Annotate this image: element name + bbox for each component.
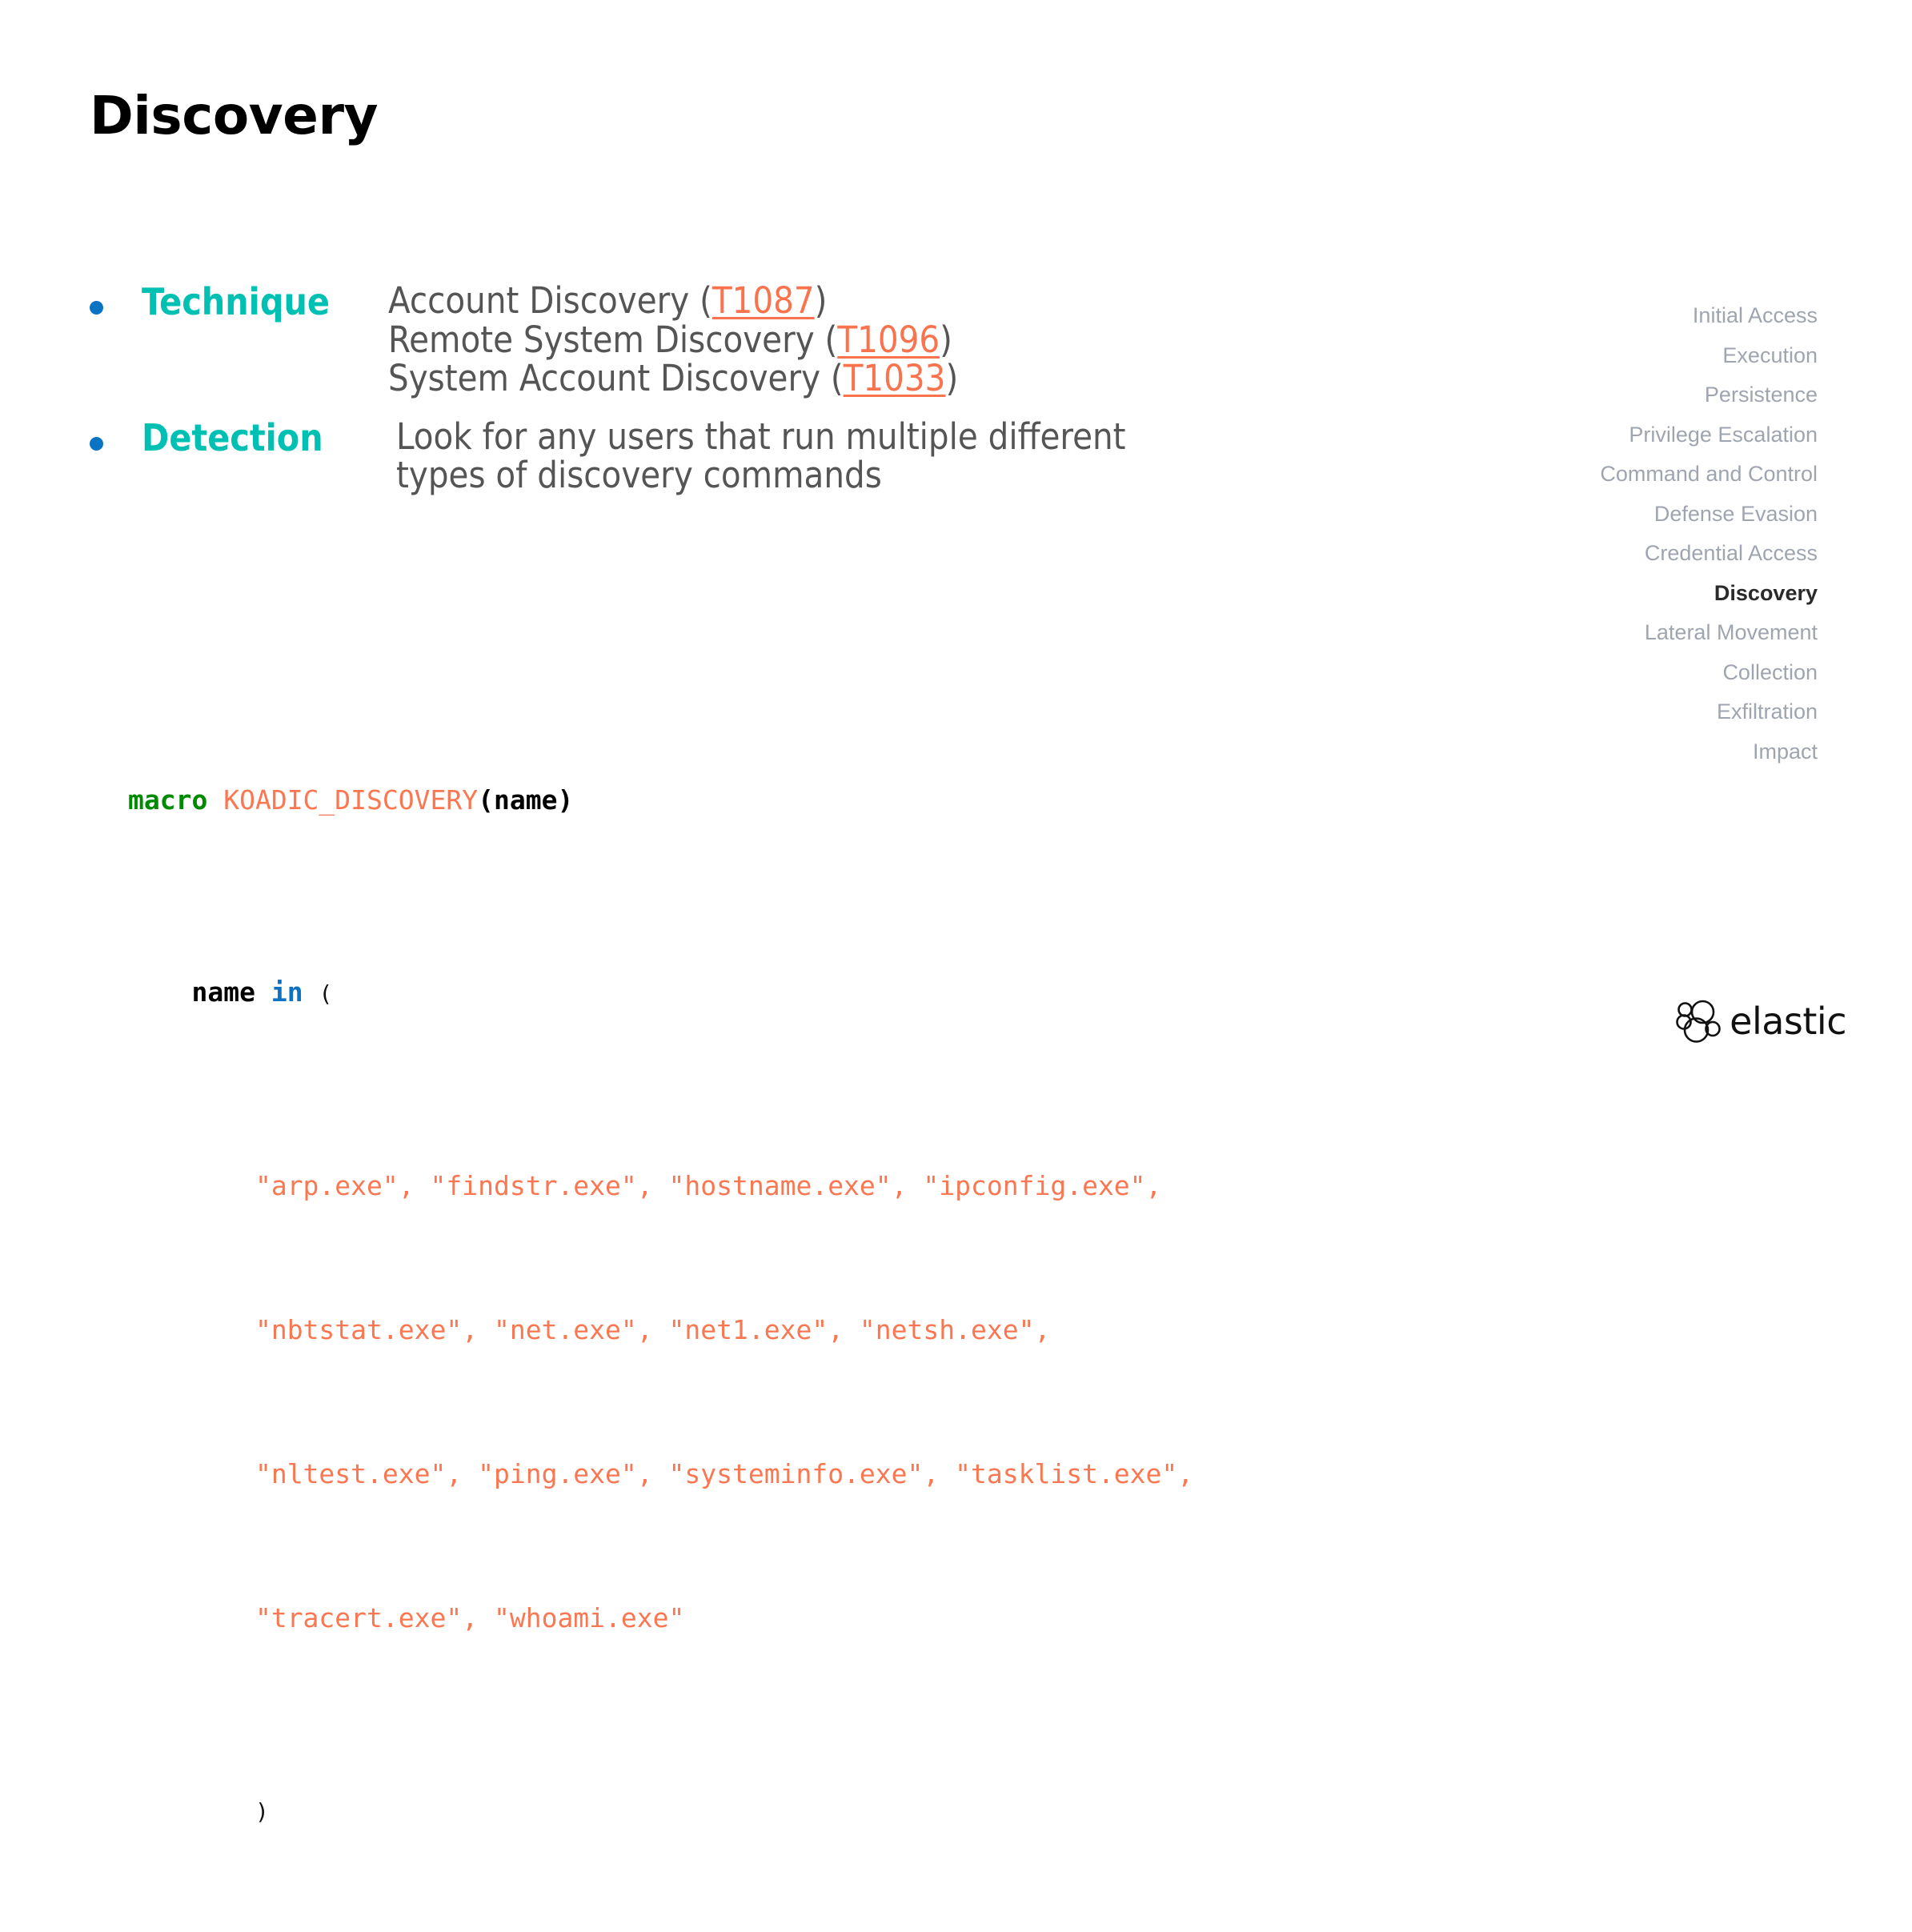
detection-line: Look for any users that run multiple dif…	[396, 415, 1126, 458]
code-string-list: "nbtstat.exe", "net.exe", "net1.exe", "n…	[255, 1314, 1051, 1345]
detection-line: types of discovery commands	[396, 454, 882, 497]
code-list-open-paren: (	[319, 980, 333, 1007]
technique-id-link[interactable]: T1096	[837, 319, 940, 361]
tactic-item-privilege-escalation[interactable]: Privilege Escalation	[1600, 415, 1818, 455]
technique-id-link[interactable]: T1087	[712, 279, 815, 322]
bullet-label-technique: Technique	[142, 280, 331, 323]
technique-paren: )	[940, 318, 952, 361]
technique-line: System Account Discovery (T1033)	[388, 359, 1554, 399]
elastic-cluster-logo-icon	[1676, 1000, 1721, 1043]
detection-text-group: Look for any users that run multiple dif…	[358, 415, 1349, 497]
bullet-technique: Technique Account Discovery (T1087) Remo…	[90, 279, 1554, 399]
bullet-detection: Detection Look for any users that run mu…	[90, 415, 1554, 497]
code-keyword-macro: macro	[128, 784, 208, 816]
tactic-item-collection[interactable]: Collection	[1600, 653, 1818, 693]
code-open-paren: (	[478, 784, 494, 816]
code-line-strings: "nltest.exe", "ping.exe", "systeminfo.ex…	[128, 1450, 1193, 1498]
code-string-list: "tracert.exe", "whoami.exe"	[255, 1602, 685, 1633]
technique-paren: )	[814, 279, 828, 322]
tactic-item-persistence[interactable]: Persistence	[1600, 375, 1818, 415]
code-close-paren: )	[557, 784, 574, 816]
code-macro-name: KOADIC_DISCOVERY	[223, 784, 479, 816]
code-block: macro KOADIC_DISCOVERY(name) name in ( "…	[128, 632, 1193, 1932]
code-line-strings: "nbtstat.exe", "net.exe", "net1.exe", "n…	[128, 1306, 1193, 1354]
code-variable-name: name	[191, 976, 255, 1008]
code-line-macro-declaration: macro KOADIC_DISCOVERY(name)	[128, 776, 1193, 824]
code-line-strings: "tracert.exe", "whoami.exe"	[128, 1594, 1193, 1642]
code-line-strings: "arp.exe", "findstr.exe", "hostname.exe"…	[128, 1162, 1193, 1210]
technique-line: Account Discovery (T1087)	[388, 279, 1554, 322]
tactic-item-execution[interactable]: Execution	[1600, 336, 1818, 376]
tactic-item-initial-access[interactable]: Initial Access	[1600, 296, 1818, 336]
bullet-list: Technique Account Discovery (T1087) Remo…	[90, 279, 1554, 497]
technique-text: System Account Discovery (	[388, 357, 844, 400]
tactic-item-impact[interactable]: Impact	[1600, 732, 1818, 772]
technique-id-link[interactable]: T1033	[844, 357, 946, 399]
code-list-close-paren: )	[255, 1798, 269, 1825]
page-title: Discovery	[90, 85, 379, 146]
attack-tactics-list: Initial Access Execution Persistence Pri…	[1600, 296, 1818, 772]
code-line-in-expression: name in (	[128, 968, 1193, 1018]
tactic-item-credential-access[interactable]: Credential Access	[1600, 534, 1818, 574]
technique-text: Remote System Discovery (	[388, 318, 838, 361]
brand-logo: elastic	[1674, 998, 1846, 1044]
code-string-list: "arp.exe", "findstr.exe", "hostname.exe"…	[255, 1170, 1162, 1201]
code-keyword-in: in	[271, 976, 303, 1008]
tactic-item-discovery[interactable]: Discovery	[1600, 574, 1818, 614]
brand-name: elastic	[1730, 1000, 1846, 1043]
tactic-item-exfiltration[interactable]: Exfiltration	[1600, 692, 1818, 732]
technique-line-group: Account Discovery (T1087) Remote System …	[358, 279, 1554, 399]
code-param-name: name	[493, 784, 558, 816]
technique-paren: )	[945, 357, 959, 400]
code-line-closing: )	[128, 1786, 1193, 1836]
bullet-dot-icon	[90, 436, 103, 451]
tactic-item-defense-evasion[interactable]: Defense Evasion	[1600, 495, 1818, 535]
technique-line: Remote System Discovery (T1096)	[388, 318, 1554, 361]
technique-text: Account Discovery (	[388, 279, 712, 322]
bullet-label-detection: Detection	[142, 415, 323, 459]
bullet-dot-icon	[90, 301, 103, 315]
tactic-item-lateral-movement[interactable]: Lateral Movement	[1600, 613, 1818, 653]
tactic-item-command-and-control[interactable]: Command and Control	[1600, 455, 1818, 495]
code-string-list: "nltest.exe", "ping.exe", "systeminfo.ex…	[255, 1458, 1194, 1489]
